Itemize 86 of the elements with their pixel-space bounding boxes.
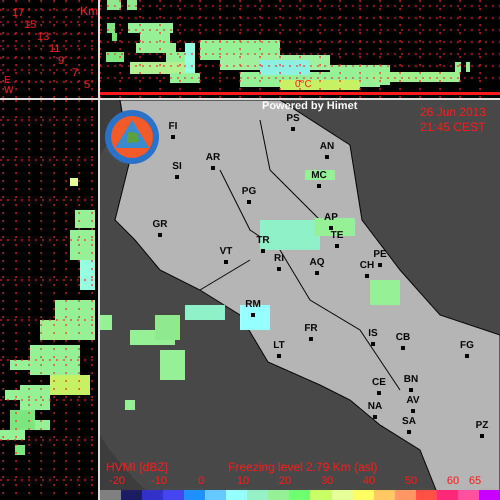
scale-tick-label: 20 <box>278 476 292 487</box>
city-label: FI <box>168 122 178 132</box>
city-label: SA <box>402 417 416 427</box>
city-label: BN <box>404 375 418 385</box>
city-marker-icon <box>247 200 251 204</box>
city-label: PG <box>242 187 256 197</box>
city-marker-icon <box>480 434 484 438</box>
city-label: LT <box>273 341 285 351</box>
rain-echo <box>305 170 335 180</box>
scale-tick-label: 65 <box>468 476 482 487</box>
rain-echo <box>370 280 400 305</box>
city-label: PZ <box>476 421 488 431</box>
city-label: AQ <box>310 258 324 268</box>
city-label: GR <box>152 220 168 230</box>
city-marker-icon <box>325 155 329 159</box>
city-marker-icon <box>277 267 281 271</box>
city-marker-icon <box>175 175 179 179</box>
city-label: SI <box>172 162 182 172</box>
city-marker-icon <box>335 244 339 248</box>
city-label: TR <box>256 236 270 246</box>
city-label: AV <box>406 396 420 406</box>
city-marker-icon <box>373 415 377 419</box>
city-marker-icon <box>371 342 375 346</box>
civil-protection-logo-icon <box>105 110 159 164</box>
city-marker-icon <box>224 260 228 264</box>
city-marker-icon <box>291 127 295 131</box>
city-marker-icon <box>377 391 381 395</box>
city-label: TE <box>330 231 344 241</box>
city-label: AR <box>206 153 220 163</box>
city-label: CH <box>360 261 374 271</box>
city-marker-icon <box>158 233 162 237</box>
scale-tick-label: 30 <box>320 476 334 487</box>
city-label: VT <box>220 247 232 257</box>
city-label: CB <box>396 333 410 343</box>
city-marker-icon <box>378 263 382 267</box>
rain-echo <box>100 315 112 330</box>
rain-echo <box>160 350 185 380</box>
scale-tick-label: 40 <box>362 476 376 487</box>
city-marker-icon <box>411 409 415 413</box>
city-label: AN <box>320 142 334 152</box>
city-label: RI <box>274 254 284 264</box>
city-marker-icon <box>211 166 215 170</box>
city-marker-icon <box>309 337 313 341</box>
height-label: 13 <box>37 32 50 43</box>
height-label: 9 <box>58 56 64 67</box>
city-marker-icon <box>409 388 413 392</box>
city-label: CE <box>372 378 386 388</box>
height-label: 7 <box>72 68 78 79</box>
city-marker-icon <box>277 354 281 358</box>
city-marker-icon <box>365 274 369 278</box>
city-label: FR <box>304 324 318 334</box>
axis-label: W <box>4 86 14 96</box>
city-label: NA <box>368 402 382 412</box>
legend-title: HVMI [dBZ] <box>106 460 168 472</box>
scale-tick-label: -10 <box>151 476 167 487</box>
scale-tick-label: -20 <box>109 476 125 487</box>
city-marker-icon <box>261 249 265 253</box>
scale-tick-label: 0 <box>198 476 204 487</box>
rain-echo <box>125 400 135 410</box>
city-marker-icon <box>465 354 469 358</box>
city-label: IS <box>368 329 378 339</box>
city-marker-icon <box>407 430 411 434</box>
scale-tick-label: 50 <box>404 476 418 487</box>
height-label: 15 <box>24 20 36 31</box>
scale-tick-label: 60 <box>446 476 460 487</box>
city-marker-icon <box>171 135 175 139</box>
city-marker-icon <box>401 346 405 350</box>
rain-echo <box>185 305 225 320</box>
unit-label: Km <box>80 5 98 17</box>
rain-echo <box>240 305 270 330</box>
city-marker-icon <box>315 271 319 275</box>
city-label: RM <box>245 300 261 310</box>
freezing-level-text: Freezing level 2.79 Km (asl) <box>228 460 378 472</box>
city-label: FG <box>460 341 474 351</box>
city-label: AP <box>324 213 338 223</box>
scale-tick-label: 10 <box>236 476 250 487</box>
city-label: MC <box>311 171 327 181</box>
city-label: PE <box>373 250 387 260</box>
time-text: 21:45 CEST <box>420 121 486 133</box>
freezing-level-label: 0°C <box>295 80 312 90</box>
city-label: PS <box>286 114 300 124</box>
axis-label: E <box>4 76 11 86</box>
city-marker-icon <box>317 184 321 188</box>
date-text: 26 Jun 2013 <box>420 106 486 118</box>
city-marker-icon <box>329 226 333 230</box>
city-marker-icon <box>251 313 255 317</box>
